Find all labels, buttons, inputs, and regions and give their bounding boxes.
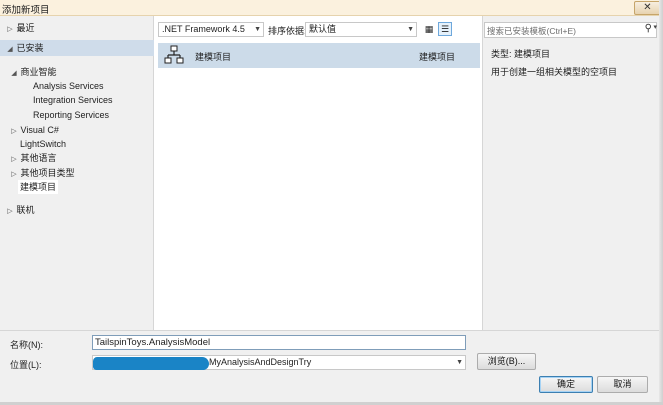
expand-arrow-icon[interactable]: ▷	[6, 23, 14, 37]
framework-select[interactable]: .NET Framework 4.5 ▼	[158, 22, 264, 37]
template-type-line: 类型: 建模项目	[491, 49, 551, 59]
template-tree: ▷ 最近 ◢ 已安装 ◢ 商业智能 Analysis Services Inte…	[0, 16, 154, 330]
template-toolbar: .NET Framework 4.5 ▼ 排序依据: 默认值 ▼ ▦ ☰	[158, 20, 480, 40]
details-pane	[482, 16, 663, 330]
modeling-project-icon	[164, 45, 184, 64]
tree-item-integration-services[interactable]: Integration Services	[33, 93, 113, 107]
expand-arrow-icon[interactable]: ▷	[10, 168, 18, 182]
list-view-button[interactable]: ☰	[438, 22, 452, 36]
window-title: 添加新项目	[2, 5, 50, 16]
search-box[interactable]: 搜索已安装模板(Ctrl+E) ⚲ ▾	[484, 22, 657, 38]
tree-item-label: Integration Services	[33, 95, 113, 105]
tree-item-business-intelligence[interactable]: ◢ 商业智能	[10, 65, 57, 81]
location-label: 位置(L):	[10, 360, 42, 370]
title-bar: 添加新项目 ✕	[0, 0, 663, 16]
chevron-down-icon[interactable]: ▾	[653, 23, 657, 31]
tree-item-modeling-projects[interactable]: 建模项目	[18, 180, 59, 194]
tree-item-label: 联机	[16, 205, 35, 215]
list-item[interactable]: 建模项目 建模项目	[158, 43, 480, 68]
template-description: 用于创建一组相关模型的空项目	[491, 67, 618, 77]
browse-button[interactable]: 浏览(B)...	[477, 353, 536, 370]
chevron-down-icon[interactable]: ▼	[456, 356, 463, 369]
chevron-down-icon: ▼	[254, 26, 261, 33]
tree-item-label: Visual C#	[20, 125, 59, 135]
list-view-icon: ☰	[440, 24, 450, 34]
expand-arrow-icon[interactable]: ▷	[10, 153, 18, 167]
sort-label: 排序依据:	[268, 26, 307, 36]
tree-item-label: 已安装	[16, 43, 44, 53]
location-value: MyAnalysisAndDesignTry	[209, 357, 312, 367]
tree-item-analysis-services[interactable]: Analysis Services	[33, 79, 104, 93]
grid-view-icon: ▦	[424, 24, 434, 34]
tree-item-label: 建模项目	[20, 182, 57, 192]
tree-item-label: 商业智能	[20, 67, 57, 77]
location-field[interactable]: MyAnalysisAndDesignTry ▼	[92, 355, 466, 370]
search-input[interactable]: 搜索已安装模板(Ctrl+E)	[487, 25, 576, 37]
tree-item-installed[interactable]: ◢ 已安装	[0, 40, 154, 56]
tree-item-online[interactable]: ▷ 联机	[6, 203, 35, 219]
tree-item-label: Analysis Services	[33, 81, 104, 91]
search-icon[interactable]: ⚲	[645, 23, 652, 34]
window-shadow-right	[659, 0, 663, 405]
tree-item-label: LightSwitch	[20, 139, 67, 149]
cancel-button[interactable]: 取消	[597, 376, 648, 393]
tree-item-label: 其他语言	[20, 153, 57, 163]
template-type: 建模项目	[419, 52, 456, 62]
tree-item-other-languages[interactable]: ▷ 其他语言	[10, 151, 57, 167]
tree-item-visual-csharp[interactable]: ▷ Visual C#	[10, 123, 59, 137]
tree-item-label: Reporting Services	[33, 110, 110, 120]
expand-arrow-icon[interactable]: ▷	[10, 125, 18, 139]
tree-item-other-project-types[interactable]: ▷ 其他项目类型	[10, 166, 75, 182]
tree-item-label: 最近	[16, 23, 35, 33]
name-label: 名称(N):	[10, 340, 43, 350]
close-button[interactable]: ✕	[634, 1, 661, 15]
grid-view-button[interactable]: ▦	[422, 22, 436, 36]
chevron-down-icon: ▼	[407, 26, 414, 33]
collapse-arrow-icon[interactable]: ◢	[6, 42, 14, 58]
template-name: 建模项目	[195, 52, 232, 62]
template-list: 建模项目 建模项目	[158, 43, 480, 330]
redaction-scribble	[93, 357, 209, 370]
collapse-arrow-icon[interactable]: ◢	[10, 67, 18, 81]
tree-item-recent[interactable]: ▷ 最近	[6, 21, 35, 37]
expand-arrow-icon[interactable]: ▷	[6, 205, 14, 219]
sort-select[interactable]: 默认值 ▼	[305, 22, 417, 37]
tree-item-label: 其他项目类型	[20, 168, 75, 178]
framework-select-value: .NET Framework 4.5	[162, 24, 245, 34]
tree-item-lightswitch[interactable]: LightSwitch	[20, 137, 66, 151]
sort-select-value: 默认值	[309, 24, 337, 34]
name-field[interactable]: TailspinToys.AnalysisModel	[92, 335, 466, 350]
ok-button[interactable]: 确定	[539, 376, 593, 393]
tree-item-reporting-services[interactable]: Reporting Services	[33, 108, 109, 122]
